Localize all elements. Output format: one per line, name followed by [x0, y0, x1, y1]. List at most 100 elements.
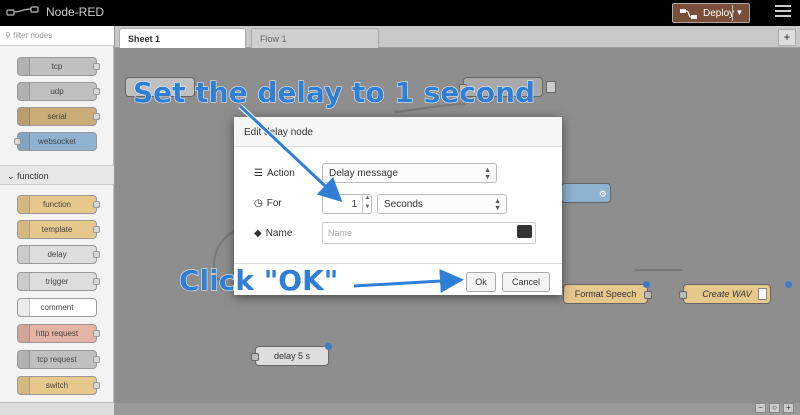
node-palette: ⚲ filter nodes tcp udp serial websocket … [0, 26, 114, 415]
dialog-title: Edit delay node [234, 117, 562, 147]
file-icon [758, 288, 767, 300]
menu-icon [546, 81, 556, 93]
keyboard-icon [517, 225, 532, 238]
zoom-out-button[interactable]: − [755, 403, 766, 413]
zoom-reset-button[interactable]: ○ [769, 403, 780, 413]
changed-indicator-dot [785, 281, 792, 288]
cancel-button[interactable]: Cancel [502, 272, 550, 292]
app-title: Node-RED [46, 5, 105, 19]
palette-node-trigger[interactable]: trigger [17, 272, 100, 291]
list-icon: ☰ [254, 168, 263, 179]
node-icon [18, 221, 30, 238]
canvas-node-label: Format Speech [574, 289, 637, 299]
palette-node-label: serial [47, 112, 67, 121]
action-label: Action [266, 168, 295, 179]
category-header-function[interactable]: ⌄ function [0, 165, 114, 185]
delay-unit-value: Seconds [384, 199, 423, 210]
input-port [14, 138, 21, 145]
canvas-node-label: delay 5 s [273, 351, 311, 361]
globe-icon [18, 325, 30, 342]
node-icon [18, 58, 30, 75]
canvas-node-websocket[interactable]: ⚙ [561, 183, 611, 203]
palette-node-websocket[interactable]: websocket [14, 132, 97, 151]
output-port [93, 226, 100, 233]
output-port [93, 251, 100, 258]
workspace-footer: − ○ + [115, 403, 800, 415]
output-port [93, 201, 100, 208]
canvas-node-create-wav[interactable]: Create WAV [679, 284, 771, 304]
palette-node-switch[interactable]: switch [17, 376, 100, 395]
search-icon: ⚲ [5, 31, 14, 40]
add-tab-button[interactable]: + [778, 29, 796, 46]
node-icon [18, 351, 30, 368]
palette-node-tcp-request[interactable]: tcp request [17, 350, 100, 369]
canvas-node-format-speech[interactable]: Format Speech [563, 284, 652, 304]
palette-node-tcp[interactable]: tcp [17, 57, 100, 76]
switch-icon [18, 377, 30, 394]
palette-node-label: delay [47, 250, 67, 259]
name-row: ◆ Name [254, 228, 292, 239]
delay-unit-select[interactable]: Seconds ▲ ▼ [377, 194, 507, 214]
name-placeholder: Name [328, 228, 353, 238]
canvas-node-label: Create WAV [702, 289, 752, 299]
clock-icon [18, 246, 30, 263]
for-row: ◷ For [254, 198, 282, 209]
output-port [93, 382, 100, 389]
node-icon [18, 273, 30, 290]
ok-button[interactable]: Ok [466, 272, 496, 292]
palette-node-label: comment [40, 303, 74, 312]
palette-node-label: template [41, 225, 73, 234]
node-red-logo-icon [6, 6, 39, 16]
deploy-button[interactable]: Deploy ▼ [672, 3, 750, 23]
action-row: ☰ Action [254, 168, 295, 179]
action-value: Delay message [329, 168, 398, 179]
chevron-down-icon: ⌄ [7, 171, 18, 181]
deploy-label: Deploy [703, 7, 735, 19]
palette-node-serial[interactable]: serial [17, 107, 100, 126]
header-bar: Node-RED Deploy ▼ [0, 0, 800, 26]
category-label: function [17, 171, 49, 181]
name-input[interactable]: Name [322, 222, 536, 244]
palette-node-label: tcp [51, 62, 63, 71]
tag-icon: ◆ [254, 228, 262, 239]
chevron-down-icon[interactable]: ▼ [732, 5, 746, 21]
node-icon [18, 83, 30, 100]
workspace-tabs: Sheet 1 Flow 1 + [115, 26, 800, 48]
output-port [93, 63, 100, 70]
palette-node-delay[interactable]: delay [17, 245, 100, 264]
output-port [93, 356, 100, 363]
palette-node-label: http request [35, 329, 79, 338]
input-port [679, 291, 687, 299]
chevron-down-icon: ▲ ▼ [494, 198, 501, 212]
delay-amount-spinner[interactable]: ▲ ▼ [362, 194, 372, 214]
output-port [93, 113, 100, 120]
chevron-down-icon: ▲ ▼ [484, 167, 491, 181]
palette-node-label: function [42, 200, 72, 209]
filter-nodes-input[interactable]: ⚲ filter nodes [0, 26, 114, 46]
clock-icon: ◷ [254, 198, 263, 209]
palette-node-http-request[interactable]: http request [17, 324, 100, 343]
palette-node-label: websocket [38, 137, 76, 146]
app-logo: Node-RED [6, 5, 104, 19]
zoom-in-button[interactable]: + [783, 403, 794, 413]
palette-node-udp[interactable]: udp [17, 82, 100, 101]
palette-node-comment[interactable]: comment [17, 298, 97, 317]
hamburger-icon[interactable] [775, 5, 791, 19]
instruction-callout-2: Click "OK" [178, 264, 339, 298]
node-icon [18, 196, 30, 213]
action-select[interactable]: Delay message ▲ ▼ [322, 163, 497, 183]
zoom-controls: − ○ + [755, 403, 794, 413]
tab-flow-1[interactable]: Flow 1 [251, 28, 379, 48]
palette-node-template[interactable]: template [17, 220, 100, 239]
changed-indicator-dot [325, 343, 332, 350]
palette-node-function[interactable]: function [17, 195, 100, 214]
for-label: For [266, 198, 282, 209]
node-icon [18, 108, 30, 125]
input-port [251, 353, 259, 361]
canvas-node-delay[interactable]: delay 5 s [251, 346, 329, 366]
palette-node-label: tcp request [37, 355, 77, 364]
tab-sheet-1[interactable]: Sheet 1 [119, 28, 246, 48]
changed-indicator-dot [643, 281, 650, 288]
filter-placeholder: filter nodes [13, 31, 53, 40]
comment-icon [18, 299, 30, 316]
